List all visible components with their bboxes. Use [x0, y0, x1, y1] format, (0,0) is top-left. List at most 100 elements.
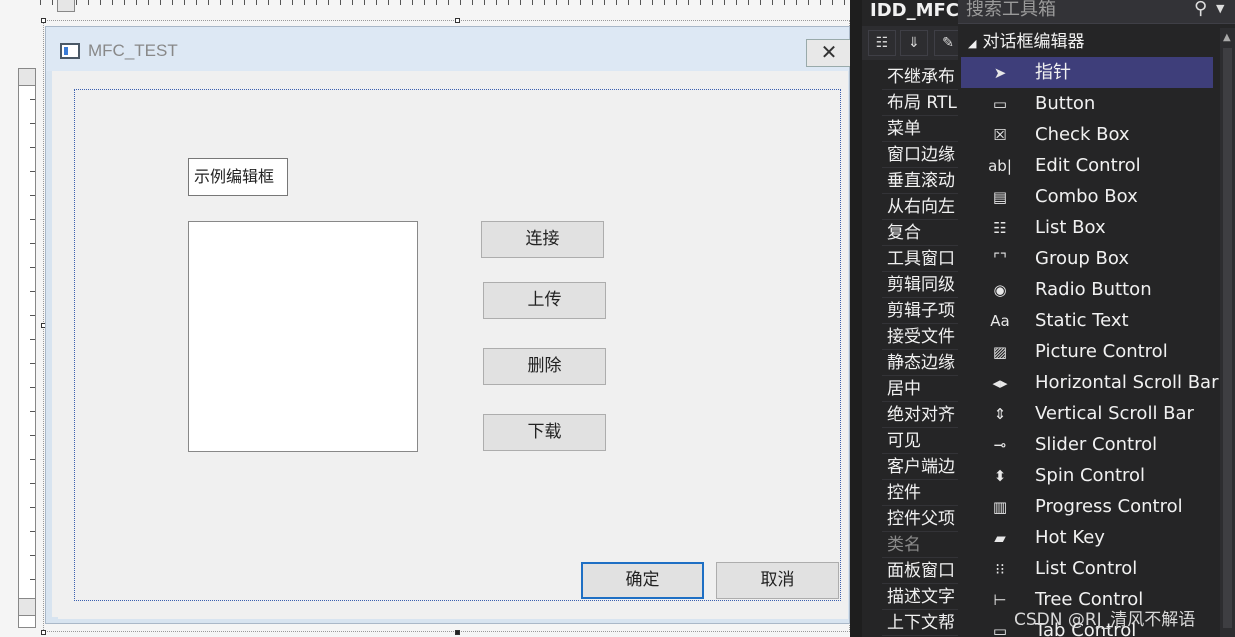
- picture-control-icon: ▨: [992, 343, 1008, 361]
- toolbox-item[interactable]: ▰ Hot Key: [961, 522, 1213, 553]
- toolbox-search-input[interactable]: [966, 0, 1186, 22]
- toolbox-item-label: Slider Control: [1035, 434, 1158, 455]
- panel-splitter[interactable]: [850, 0, 862, 637]
- toolbox-item[interactable]: ▭ Button: [961, 88, 1213, 119]
- toolbox-item-label: Vertical Scroll Bar: [1035, 403, 1194, 424]
- toolbox-item-label: Static Text: [1035, 310, 1129, 331]
- property-row[interactable]: 居中: [882, 376, 958, 402]
- toolbox-item[interactable]: ◂▸ Horizontal Scroll Bar: [961, 367, 1218, 398]
- toolbox-panel: ⚲ ▼ ◢ 对话框编辑器 ➤ 指针 ▭ Button ☒ Check Box ab| Edit …: [958, 0, 1235, 637]
- toolbox-item[interactable]: ◉ Radio Button: [961, 274, 1213, 305]
- property-row[interactable]: 类名: [882, 532, 958, 558]
- resize-handle-bottom[interactable]: [455, 630, 460, 635]
- toolbox-item[interactable]: ⊸ Slider Control: [961, 429, 1213, 460]
- property-row[interactable]: 控件: [882, 480, 958, 506]
- scrollbar-thumb[interactable]: [1223, 48, 1232, 628]
- ruler-guide-handle[interactable]: [57, 0, 75, 12]
- property-row[interactable]: 面板窗口: [882, 558, 958, 584]
- toolbox-group-dialog-editor[interactable]: ◢ 对话框编辑器: [958, 28, 1218, 56]
- tab-control-icon: ▭: [992, 622, 1008, 637]
- property-row[interactable]: 描述文字: [882, 584, 958, 610]
- toolbox-item-label: Picture Control: [1035, 341, 1168, 362]
- radio-button-icon: ◉: [993, 281, 1007, 299]
- list-control-icon: ⁝⁝: [995, 560, 1005, 578]
- toolbox-item[interactable]: ab| Edit Control: [961, 150, 1213, 181]
- delete-button[interactable]: 删除: [483, 348, 606, 385]
- property-row[interactable]: 菜单: [882, 116, 958, 142]
- ok-button[interactable]: 确定: [581, 562, 704, 599]
- property-row[interactable]: 从右向左: [882, 194, 958, 220]
- toolbox-item[interactable]: ▨ Picture Control: [961, 336, 1213, 367]
- close-button[interactable]: ✕: [806, 39, 850, 67]
- toolbox-item-label: Spin Control: [1035, 465, 1146, 486]
- toolbox-item-label: Hot Key: [1035, 527, 1105, 548]
- static-text-icon: Aa: [990, 312, 1010, 330]
- alphabetical-sort-icon[interactable]: ⇓: [900, 30, 928, 56]
- vertical-ruler: [18, 68, 36, 628]
- toolbox-item-label: Horizontal Scroll Bar: [1035, 372, 1219, 393]
- toolbox-item[interactable]: ⇕ Vertical Scroll Bar: [961, 398, 1213, 429]
- scroll-up-icon[interactable]: ▲: [1223, 32, 1231, 43]
- upload-button[interactable]: 上传: [483, 282, 606, 319]
- list-box-control[interactable]: [188, 221, 418, 452]
- progress-icon: ▥: [992, 498, 1008, 516]
- toolbox-item[interactable]: ⁝⁝ List Control: [961, 553, 1213, 584]
- properties-panel: IDD_MFC ☷ ⇓ ✎ 不继承布 布局 RTL 菜单 窗口边缘 垂直滚动 从右向左 复合…: [862, 0, 958, 637]
- toolbox-item[interactable]: ⬍ Spin Control: [961, 460, 1213, 491]
- search-icon[interactable]: ⚲: [1194, 0, 1207, 19]
- toolbox-group-label: 对话框编辑器: [982, 32, 1085, 52]
- property-row[interactable]: 接受文件: [882, 324, 958, 350]
- tree-control-icon: ⊢: [993, 591, 1007, 609]
- toolbox-item-label: Check Box: [1035, 124, 1130, 145]
- toolbox-items: ➤ 指针 ▭ Button ☒ Check Box ab| Edit Control ▤ Comb…: [961, 57, 1218, 637]
- resize-handle-top[interactable]: [455, 18, 460, 23]
- property-row[interactable]: 可见: [882, 428, 958, 454]
- property-row[interactable]: 静态边缘: [882, 350, 958, 376]
- toolbox-item-label: Group Box: [1035, 248, 1129, 269]
- spin-icon: ⬍: [993, 467, 1007, 485]
- mfc-dialog-window[interactable]: MFC_TEST ✕ 示例编辑框 连接 上传 删除 下载 确定 取消: [45, 26, 850, 624]
- toolbox-item[interactable]: ☷ List Box: [961, 212, 1213, 243]
- property-row[interactable]: 剪辑同级: [882, 272, 958, 298]
- button-icon: ▭: [992, 95, 1008, 113]
- dialog-designer-canvas[interactable]: MFC_TEST ✕ 示例编辑框 连接 上传 删除 下载 确定 取消: [0, 0, 850, 637]
- toolbox-scrollbar[interactable]: ▲: [1220, 28, 1235, 637]
- toolbox-item[interactable]: ⌜⌝ Group Box: [961, 243, 1213, 274]
- toolbox-item-label: Combo Box: [1035, 186, 1138, 207]
- toolbox-item[interactable]: ▤ Combo Box: [961, 181, 1213, 212]
- connect-button[interactable]: 连接: [481, 221, 604, 258]
- download-button[interactable]: 下载: [483, 414, 606, 451]
- dialog-titlebar[interactable]: MFC_TEST ✕: [46, 27, 850, 71]
- collapse-triangle-icon[interactable]: ◢: [968, 37, 976, 50]
- hot-key-icon: ▰: [994, 529, 1006, 547]
- property-row[interactable]: 绝对对齐: [882, 402, 958, 428]
- hscroll-icon: ◂▸: [992, 374, 1008, 392]
- property-row[interactable]: 上下文帮: [882, 610, 958, 636]
- chevron-down-icon[interactable]: ▼: [1216, 2, 1224, 15]
- property-row[interactable]: 布局 RTL: [882, 90, 958, 116]
- static-text-sample[interactable]: 示例编辑框: [188, 158, 288, 196]
- property-row[interactable]: 复合: [882, 220, 958, 246]
- properties-toolbar: ☷ ⇓ ✎: [862, 26, 958, 60]
- properties-icon[interactable]: ✎: [934, 30, 958, 56]
- ruler-guide-handle-bottom[interactable]: [18, 598, 36, 616]
- categorized-view-icon[interactable]: ☷: [868, 30, 896, 56]
- cancel-button[interactable]: 取消: [716, 562, 839, 599]
- ruler-guide-handle-top[interactable]: [18, 68, 36, 86]
- toolbox-item[interactable]: ▥ Progress Control: [961, 491, 1213, 522]
- resize-handle-top-left[interactable]: [41, 18, 46, 23]
- property-row[interactable]: 客户端边: [882, 454, 958, 480]
- property-row[interactable]: 工具窗口: [882, 246, 958, 272]
- combo-box-icon: ▤: [992, 188, 1008, 206]
- property-row[interactable]: 控件父项: [882, 506, 958, 532]
- property-row[interactable]: 垂直滚动: [882, 168, 958, 194]
- toolbox-item[interactable]: ➤ 指针: [961, 57, 1213, 88]
- toolbox-item[interactable]: Aa Static Text: [961, 305, 1213, 336]
- resize-handle-bottom-left[interactable]: [41, 630, 46, 635]
- toolbox-item[interactable]: ☒ Check Box: [961, 119, 1213, 150]
- toolbox-search[interactable]: ⚲ ▼: [958, 0, 1235, 24]
- property-row[interactable]: 剪辑子项: [882, 298, 958, 324]
- property-row[interactable]: 窗口边缘: [882, 142, 958, 168]
- property-row[interactable]: 不继承布: [882, 64, 958, 90]
- toolbox-item-label: List Box: [1035, 217, 1106, 238]
